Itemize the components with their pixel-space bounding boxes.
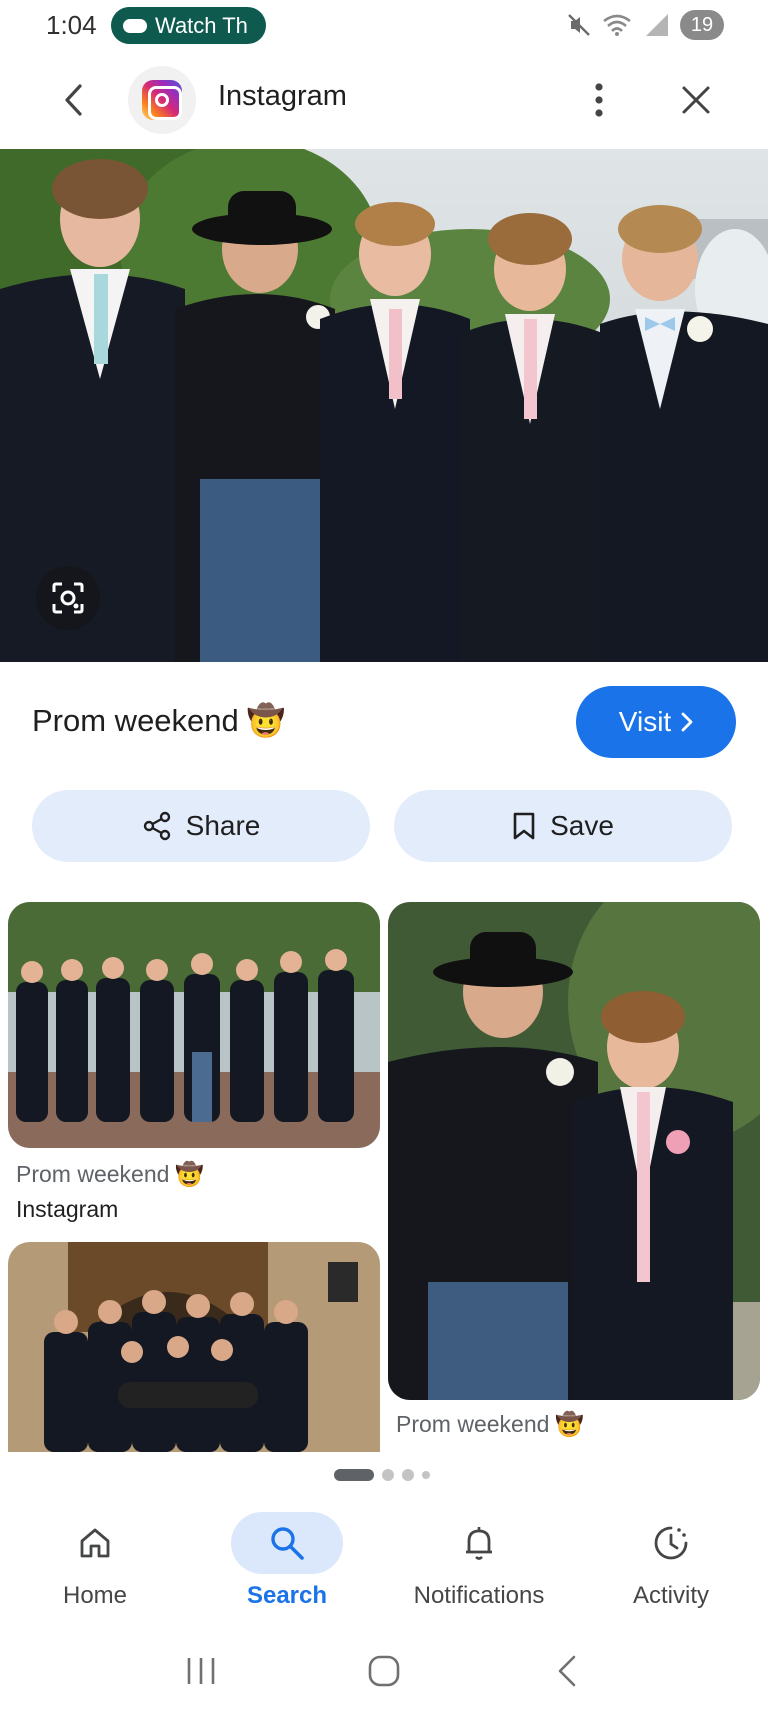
visit-label: Visit [618,706,672,737]
status-icons: 19 [566,10,724,40]
related-caption-1-text: Prom weekend [16,1161,170,1187]
back-system-button[interactable] [537,1646,597,1696]
source-avatar[interactable] [128,66,196,134]
cowboy-emoji-icon: 🤠 [555,1411,585,1437]
google-lens-button[interactable] [36,566,100,630]
home-icon [80,1528,110,1558]
group-photo-thumbnail [8,902,380,1148]
page-dot [422,1471,430,1479]
more-vertical-icon [595,83,603,117]
two-friends-photo [388,902,760,1400]
nav-search[interactable]: Search [192,1512,382,1622]
back-button[interactable] [48,72,98,128]
related-image-1[interactable] [8,902,380,1148]
bottom-navigation: Home Search Notifications Activity [0,1500,768,1630]
page-dot [382,1469,394,1481]
cowboy-emoji-icon: 🤠 [246,703,286,738]
source-title[interactable]: Instagram [218,80,347,113]
nav-home[interactable]: Home [0,1512,190,1622]
share-icon [143,811,170,841]
group-photo-thumbnail [8,1242,380,1452]
nav-search-label: Search [246,1582,328,1609]
cloud-icon [123,18,147,33]
page-dot-active [334,1469,374,1481]
nav-notifications[interactable]: Notifications [384,1512,574,1622]
nav-activity[interactable]: Activity [576,1512,766,1622]
home-square-icon [368,1655,400,1687]
related-caption-2-text: Prom weekend [396,1411,550,1437]
save-button[interactable]: Save [394,790,732,862]
related-source-1[interactable]: Instagram [16,1196,118,1223]
back-chevron-icon [558,1655,575,1687]
chevron-right-icon [681,712,693,732]
media-pill-label: Watch Th [155,12,248,38]
battery-indicator: 19 [680,10,724,40]
nav-activity-label: Activity [632,1582,709,1609]
related-caption-1[interactable]: Prom weekend 🤠 [16,1161,204,1188]
close-icon [682,86,710,114]
related-image-2[interactable] [388,902,760,1400]
share-button[interactable]: Share [32,790,370,862]
page-dot [402,1469,414,1481]
mute-icon [568,14,590,36]
instagram-logo-icon [142,80,182,120]
status-bar: 1:04 Watch Th 19 [0,0,768,52]
nav-notifications-label: Notifications [413,1582,545,1609]
save-label: Save [550,810,614,841]
search-icon [271,1527,304,1560]
visit-button[interactable]: Visit [576,686,736,758]
home-system-button[interactable] [354,1646,414,1696]
pagination-dots [334,1469,430,1481]
media-pill[interactable]: Watch Th [111,7,266,44]
related-image-3[interactable] [8,1242,380,1452]
recents-icon [188,1658,215,1684]
wifi-icon [603,14,631,36]
chevron-left-icon [65,84,82,116]
nav-notifications-icon-wrap [423,1512,535,1574]
nav-home-icon-wrap [39,1512,151,1574]
related-caption-2[interactable]: Prom weekend 🤠 [396,1411,584,1438]
nav-search-icon-wrap [231,1512,343,1574]
prom-group-photo [0,149,768,662]
post-title-text: Prom weekend [32,702,239,738]
header: Instagram [0,52,768,148]
status-time: 1:04 [46,10,97,40]
signal-icon [646,14,668,36]
activity-icon [654,1526,688,1560]
bookmark-icon [513,812,535,840]
nav-activity-icon-wrap [615,1512,727,1574]
bell-icon [466,1527,492,1560]
share-label: Share [185,810,261,841]
system-navigation-bar [0,1630,768,1712]
close-button[interactable] [672,72,720,128]
cowboy-emoji-icon: 🤠 [175,1161,205,1187]
nav-home-label: Home [62,1582,128,1609]
post-title: Prom weekend 🤠 [32,702,285,739]
more-options-button[interactable] [576,72,622,128]
lens-icon [52,582,84,614]
recents-button[interactable] [171,1646,231,1696]
main-image[interactable] [0,149,768,662]
